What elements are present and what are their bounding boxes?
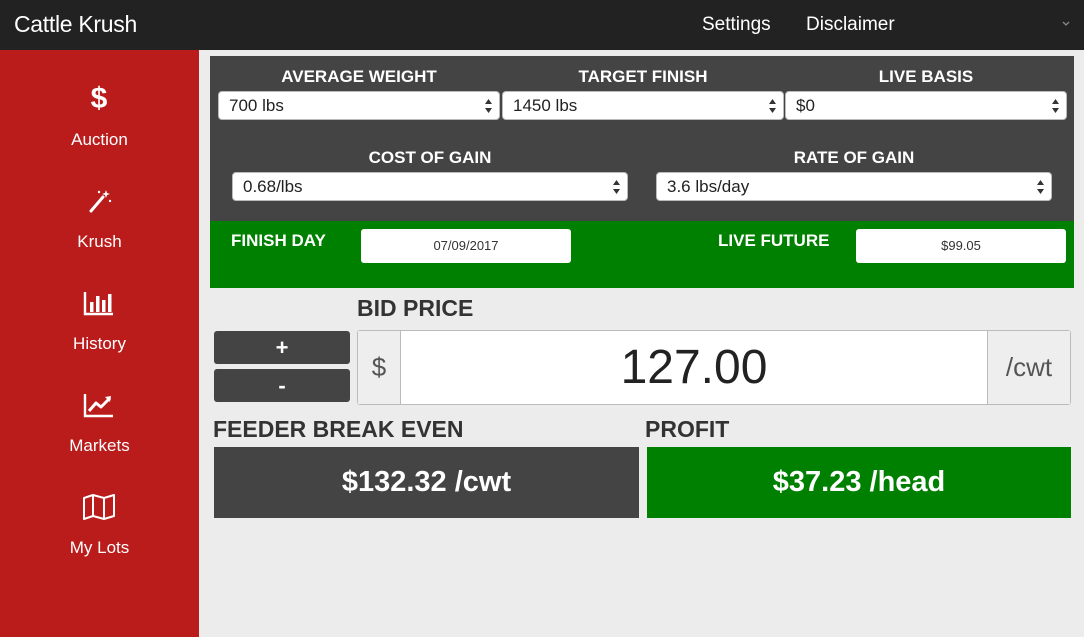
top-navbar: Cattle Krush Settings Disclaimer	[0, 0, 1084, 50]
average-weight-value: 700 lbs	[229, 96, 284, 115]
rate-of-gain-label: RATE OF GAIN	[793, 148, 915, 167]
app-title[interactable]: Cattle Krush	[14, 11, 137, 38]
select-arrows-icon	[1037, 180, 1044, 194]
target-finish-label: TARGET FINISH	[578, 67, 708, 86]
live-basis-select[interactable]: $0	[785, 91, 1067, 120]
break-even-title: FEEDER BREAK EVEN	[213, 416, 464, 442]
sidebar-item-label: My Lots	[69, 538, 130, 557]
bar-chart-icon	[80, 284, 118, 322]
finish-day-field[interactable]: 07/09/2017	[361, 229, 571, 263]
sidebar-item-krush[interactable]: Krush	[0, 182, 199, 284]
live-future-label: LIVE FUTURE	[718, 231, 830, 250]
dollar-icon: $	[90, 82, 108, 115]
magic-wand-icon	[80, 182, 118, 220]
inputs-panel: AVERAGE WEIGHT 700 lbs TARGET FINISH 145…	[210, 56, 1074, 221]
rate-of-gain-value: 3.6 lbs/day	[667, 177, 750, 196]
finish-day-label: FINISH DAY	[231, 231, 326, 250]
sidebar-item-label: History	[73, 334, 126, 353]
cost-of-gain-select[interactable]: 0.68/lbs	[232, 172, 628, 201]
sidebar: $ Auction Krush History Markets My Lots	[0, 50, 199, 637]
sidebar-item-markets[interactable]: Markets	[0, 386, 199, 488]
cost-of-gain-value: 0.68/lbs	[243, 177, 303, 196]
select-arrows-icon	[613, 180, 620, 194]
sidebar-item-label: Krush	[77, 232, 122, 251]
bid-price-input[interactable]: 127.00	[401, 331, 987, 404]
rate-of-gain-select[interactable]: 3.6 lbs/day	[656, 172, 1052, 201]
decrease-bid-button[interactable]: -	[214, 369, 350, 402]
cost-of-gain-label: COST OF GAIN	[368, 148, 492, 167]
live-basis-value: $0	[796, 96, 815, 115]
live-basis-label: LIVE BASIS	[878, 67, 974, 86]
live-future-field[interactable]: $99.05	[856, 229, 1066, 263]
chevron-down-icon[interactable]	[1060, 17, 1072, 29]
bid-price-group: $ 127.00 /cwt	[357, 330, 1071, 405]
increase-bid-button[interactable]: +	[214, 331, 350, 364]
sidebar-item-my-lots[interactable]: My Lots	[0, 488, 199, 590]
profit-value: $37.23 /head	[647, 447, 1071, 518]
settings-link[interactable]: Settings	[702, 14, 771, 36]
target-finish-value: 1450 lbs	[513, 96, 578, 115]
average-weight-select[interactable]: 700 lbs	[218, 91, 500, 120]
sidebar-item-label: Auction	[71, 130, 128, 149]
break-even-value: $132.32 /cwt	[214, 447, 639, 518]
finish-band: FINISH DAY 07/09/2017 LIVE FUTURE $99.05	[210, 221, 1074, 288]
line-chart-icon	[80, 386, 118, 424]
sidebar-item-auction[interactable]: $ Auction	[0, 80, 199, 182]
select-arrows-icon	[485, 99, 492, 113]
disclaimer-link[interactable]: Disclaimer	[806, 14, 895, 36]
target-finish-select[interactable]: 1450 lbs	[502, 91, 784, 120]
unit-addon: /cwt	[987, 331, 1070, 404]
bid-price-title: BID PRICE	[357, 295, 474, 321]
sidebar-item-label: Markets	[69, 436, 130, 455]
select-arrows-icon	[1052, 99, 1059, 113]
profit-title: PROFIT	[645, 416, 730, 442]
sidebar-item-history[interactable]: History	[0, 284, 199, 386]
average-weight-label: AVERAGE WEIGHT	[281, 67, 437, 86]
map-icon	[80, 488, 118, 526]
currency-addon: $	[358, 331, 401, 404]
select-arrows-icon	[769, 99, 776, 113]
